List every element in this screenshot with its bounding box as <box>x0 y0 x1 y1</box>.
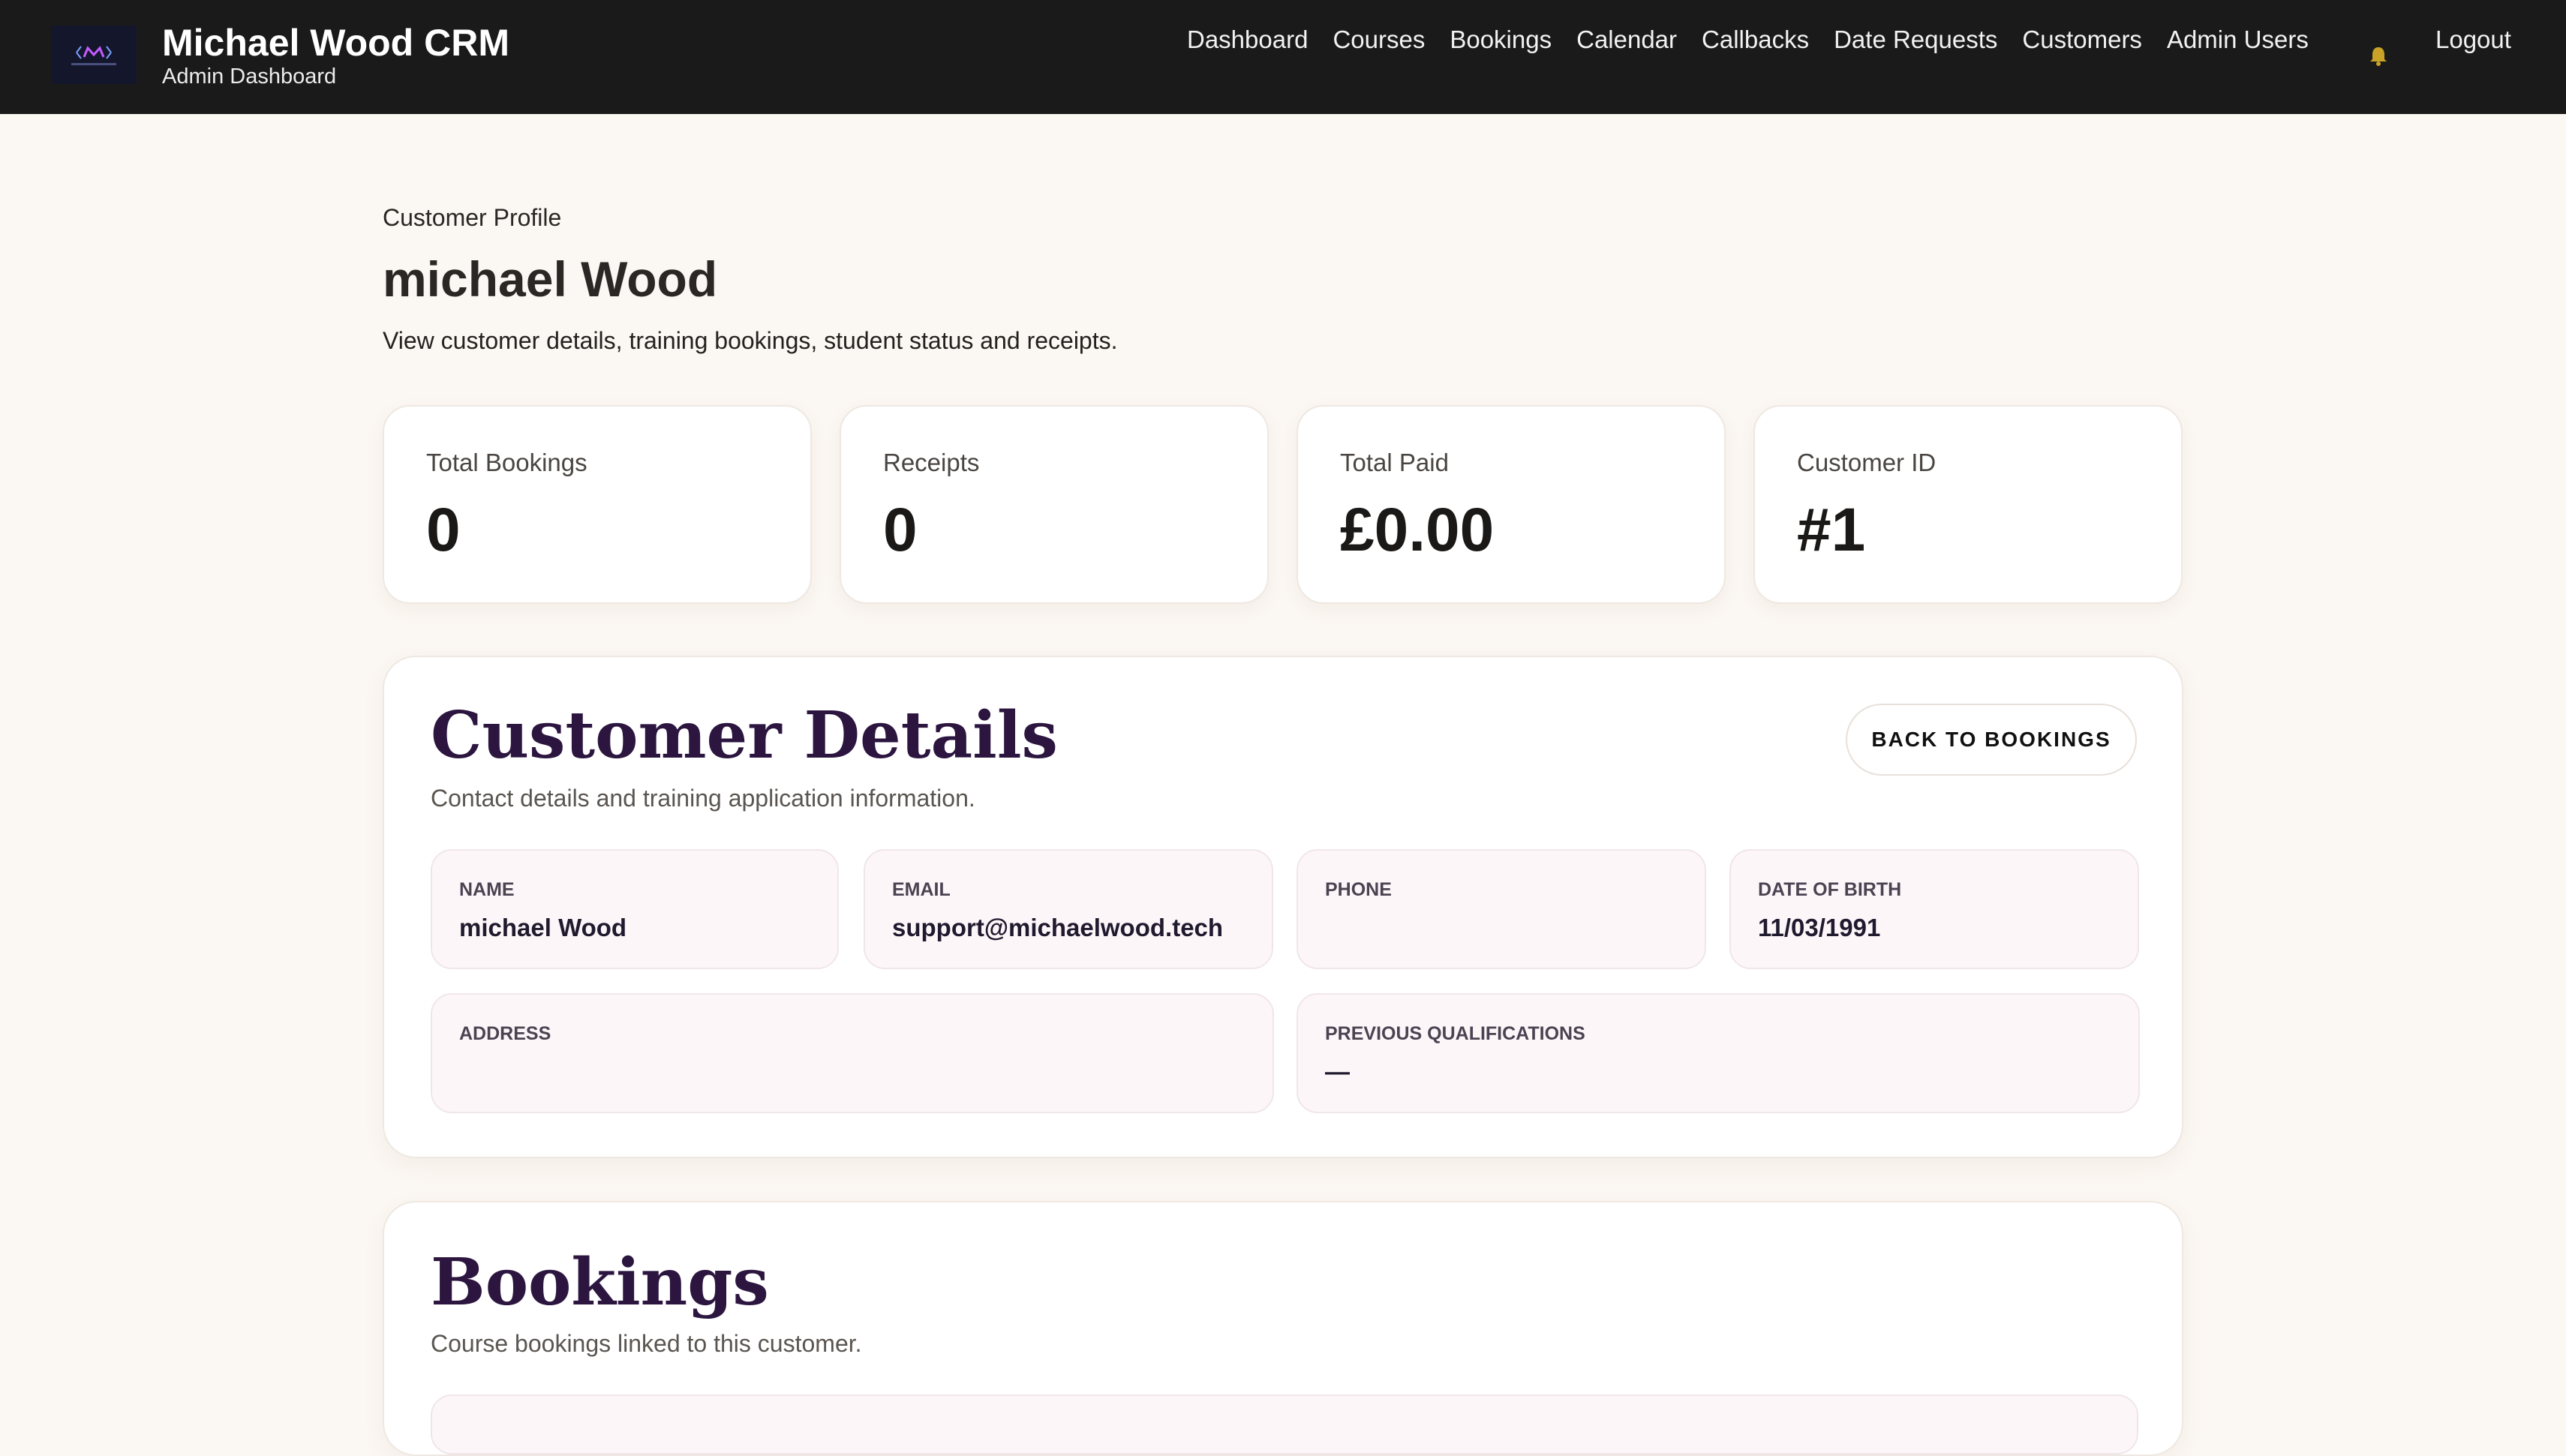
stat-value: £0.00 <box>1340 496 1495 564</box>
top-navigation-bar: Michael Wood CRM Admin Dashboard Dashboa… <box>0 0 2566 114</box>
stat-value: #1 <box>1797 496 1866 564</box>
stat-card-total-paid: Total Paid £0.00 <box>1297 405 1726 604</box>
main-nav: Dashboard Courses Bookings Calendar Call… <box>1187 26 2333 56</box>
nav-customers[interactable]: Customers <box>2022 26 2142 56</box>
booking-list-item <box>431 1394 2138 1454</box>
stat-label: Total Paid <box>1340 449 1449 476</box>
brand-subtitle: Admin Dashboard <box>162 65 337 89</box>
field-address: Address <box>431 993 1274 1113</box>
mw-logo-icon <box>76 46 112 59</box>
brand-logo[interactable] <box>51 26 137 84</box>
page-eyebrow: Customer Profile <box>383 204 562 231</box>
field-label: Phone <box>1325 879 1392 900</box>
field-phone: Phone <box>1297 849 1706 969</box>
page-description: View customer details, training bookings… <box>383 327 1118 354</box>
stat-card-receipts: Receipts 0 <box>840 405 1269 604</box>
customer-details-title: Customer Details <box>431 698 1058 773</box>
stat-value: 0 <box>883 496 918 564</box>
field-value: 11/03/1991 <box>1758 914 1881 941</box>
brand-title: Michael Wood CRM <box>162 22 509 64</box>
stat-label: Receipts <box>883 449 980 476</box>
nav-calendar[interactable]: Calendar <box>1576 26 1677 56</box>
field-label: Name <box>459 879 515 900</box>
field-name: Name michael Wood <box>431 849 839 969</box>
field-date-of-birth: Date of Birth 11/03/1991 <box>1729 849 2139 969</box>
nav-callbacks[interactable]: Callbacks <box>1702 26 1809 56</box>
logo-caption-bar <box>71 63 116 65</box>
field-email: Email support@michaelwood.tech <box>864 849 1273 969</box>
bell-icon[interactable] <box>2369 45 2388 66</box>
customer-details-description: Contact details and training application… <box>431 785 975 812</box>
field-label: Address <box>459 1023 551 1044</box>
field-previous-qualifications: Previous Qualifications — <box>1297 993 2140 1113</box>
stat-card-customer-id: Customer ID #1 <box>1753 405 2183 604</box>
bookings-title: Bookings <box>431 1244 769 1320</box>
stat-label: Total Bookings <box>426 449 587 476</box>
nav-bookings[interactable]: Bookings <box>1450 26 1552 56</box>
stat-card-total-bookings: Total Bookings 0 <box>383 405 812 604</box>
field-value: — <box>1325 1058 1350 1085</box>
nav-dashboard[interactable]: Dashboard <box>1187 26 1308 56</box>
nav-date-requests[interactable]: Date Requests <box>1834 26 1997 56</box>
bookings-panel: Bookings Course bookings linked to this … <box>383 1201 2183 1456</box>
customer-details-panel: Customer Details Contact details and tra… <box>383 656 2183 1158</box>
field-label: Previous Qualifications <box>1325 1023 1585 1044</box>
back-to-bookings-button[interactable]: BACK TO BOOKINGS <box>1846 704 2137 776</box>
stat-value: 0 <box>426 496 461 564</box>
field-label: Email <box>892 879 951 900</box>
page-title: michael Wood <box>383 251 718 307</box>
field-value: michael Wood <box>459 914 627 941</box>
stat-label: Customer ID <box>1797 449 1937 476</box>
field-value: support@michaelwood.tech <box>892 914 1224 941</box>
bookings-description: Course bookings linked to this customer. <box>431 1330 862 1357</box>
nav-admin-users[interactable]: Admin Users <box>2167 26 2309 56</box>
field-label: Date of Birth <box>1758 879 1902 900</box>
nav-courses[interactable]: Courses <box>1333 26 1425 56</box>
logout-link[interactable]: Logout <box>2435 26 2511 54</box>
